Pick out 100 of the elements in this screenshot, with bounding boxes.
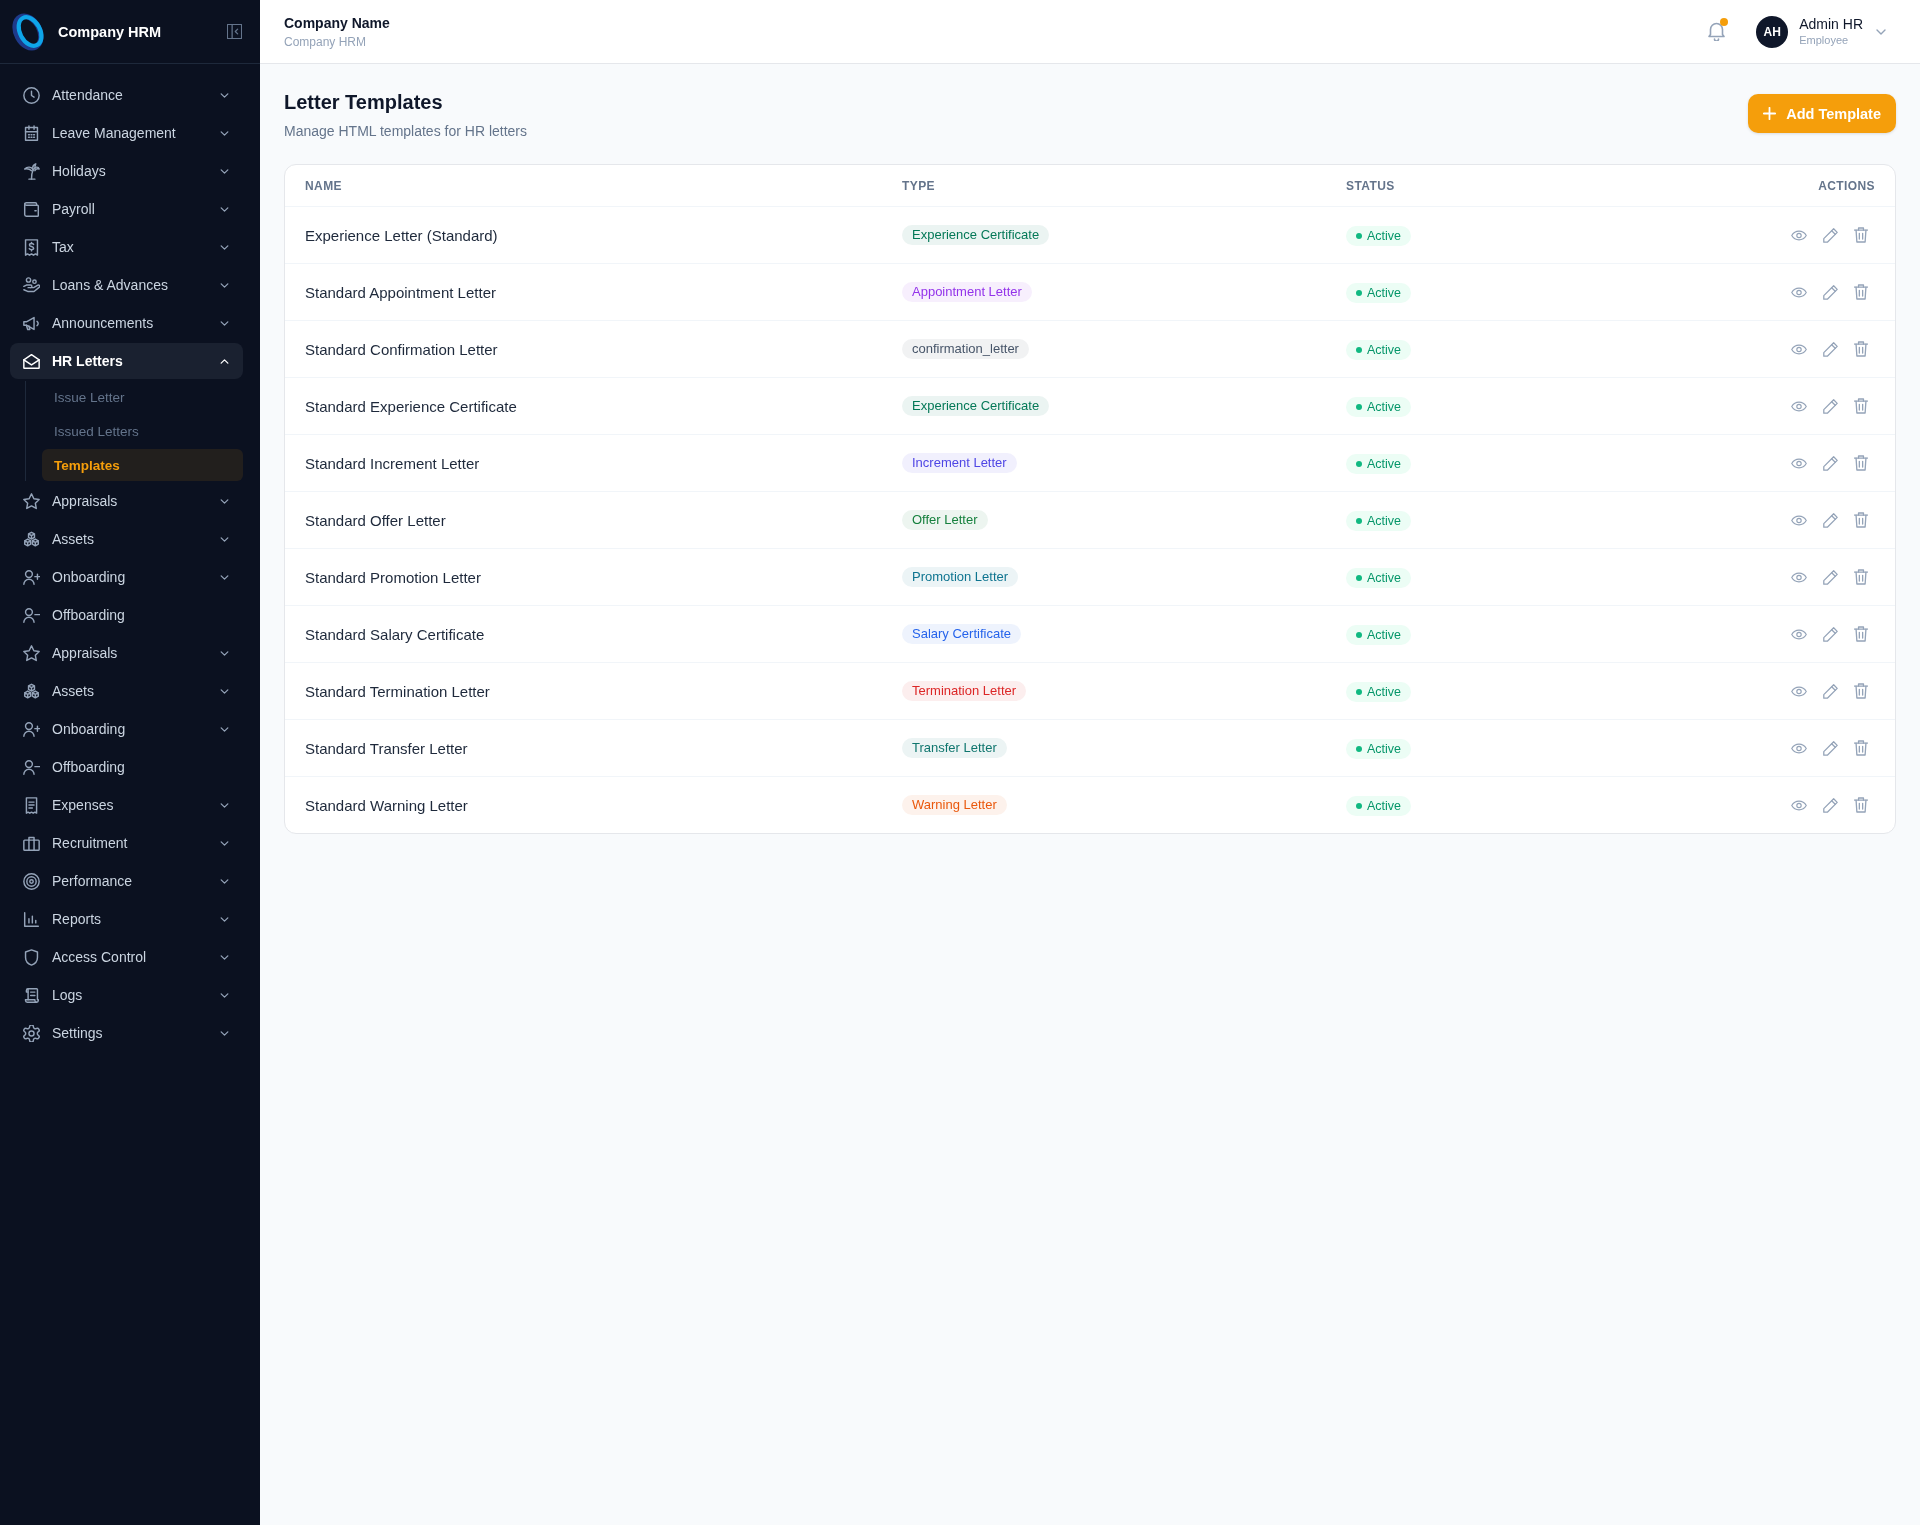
eye-icon[interactable] [1791, 799, 1807, 811]
nav-item[interactable]: Expenses [10, 787, 243, 823]
nav-item[interactable]: Tax [10, 229, 243, 265]
type-badge: Warning Letter [902, 795, 1007, 815]
trash-icon[interactable] [1854, 455, 1868, 471]
template-name: Standard Appointment Letter [305, 283, 496, 301]
trash-icon[interactable] [1854, 227, 1868, 243]
trash-icon[interactable] [1854, 512, 1868, 528]
nav-item[interactable]: Leave Management [10, 115, 243, 151]
hand-coins-icon [23, 276, 40, 294]
status-dot-icon [1356, 688, 1362, 695]
pencil-icon[interactable] [1823, 512, 1838, 528]
status-dot-icon [1356, 460, 1362, 467]
pencil-icon[interactable] [1823, 398, 1838, 414]
nav-item[interactable]: Holidays [10, 153, 243, 189]
status-dot-icon [1356, 517, 1362, 524]
nav-item[interactable]: Payroll [10, 191, 243, 227]
type-badge: Transfer Letter [902, 738, 1007, 758]
nav-subitem[interactable]: Issue Letter [42, 381, 243, 413]
chevron-down-icon[interactable] [1876, 28, 1886, 35]
status-dot-icon [1356, 802, 1362, 809]
status-dot-icon [1356, 574, 1362, 581]
nav-item[interactable]: Appraisals [10, 483, 243, 519]
type-badge: confirmation_letter [902, 339, 1029, 359]
template-name: Standard Confirmation Letter [305, 340, 498, 358]
type-badge: Appointment Letter [902, 282, 1032, 302]
trash-icon[interactable] [1854, 569, 1868, 585]
nav-item[interactable]: Assets [10, 673, 243, 709]
nav-item[interactable]: Onboarding [10, 559, 243, 595]
nav-item[interactable]: Loans & Advances [10, 267, 243, 303]
trash-icon[interactable] [1854, 626, 1868, 642]
bell-icon[interactable] [1708, 22, 1726, 41]
pencil-icon[interactable] [1823, 227, 1838, 243]
column-header: STATUS [1346, 178, 1395, 193]
type-badge: Experience Certificate [902, 396, 1050, 416]
status-dot-icon [1356, 232, 1362, 239]
pencil-icon[interactable] [1823, 626, 1838, 642]
bar-chart-icon [23, 910, 40, 928]
trash-icon[interactable] [1854, 284, 1868, 300]
status-text: Active [1367, 626, 1402, 643]
trash-icon[interactable] [1854, 683, 1868, 699]
column-header: ACTIONS [1818, 178, 1875, 193]
eye-icon[interactable] [1791, 400, 1807, 412]
nav-item[interactable]: Settings [10, 1015, 243, 1051]
nav-subitem[interactable]: Templates [42, 449, 243, 481]
status-dot-icon [1356, 631, 1362, 638]
user-avatar[interactable]: AH [1756, 15, 1789, 48]
pencil-icon[interactable] [1823, 797, 1838, 813]
nav-item[interactable]: Logs [10, 977, 243, 1013]
template-name: Standard Increment Letter [305, 454, 480, 472]
trash-icon[interactable] [1854, 398, 1868, 414]
status-text: Active [1367, 398, 1402, 415]
nav-item[interactable]: Offboarding [10, 597, 243, 633]
eye-icon[interactable] [1791, 457, 1807, 469]
brand-name: Company HRM [58, 23, 162, 40]
eye-icon[interactable] [1791, 742, 1807, 754]
sidebar-toggle-icon[interactable] [227, 24, 242, 39]
nav-item[interactable]: HR Letters [10, 343, 243, 379]
nav-item[interactable]: Reports [10, 901, 243, 937]
nav-item[interactable]: Appraisals [10, 635, 243, 671]
trash-icon[interactable] [1854, 341, 1868, 357]
type-badge: Offer Letter [902, 510, 988, 530]
dollar-receipt-icon [23, 238, 40, 256]
trash-icon[interactable] [1854, 797, 1868, 813]
company-subtitle: Company HRM [284, 34, 367, 50]
nav-item[interactable]: Assets [10, 521, 243, 557]
clock-icon [23, 86, 40, 104]
pencil-icon[interactable] [1823, 284, 1838, 300]
star-icon [23, 492, 40, 510]
eye-icon[interactable] [1791, 229, 1807, 241]
pencil-icon[interactable] [1823, 569, 1838, 585]
nav-item[interactable]: Access Control [10, 939, 243, 975]
pencil-icon[interactable] [1823, 455, 1838, 471]
status-dot-icon [1356, 745, 1362, 752]
envelope-open-icon [23, 352, 40, 370]
eye-icon[interactable] [1791, 685, 1807, 697]
pencil-icon[interactable] [1823, 740, 1838, 756]
page-title: Letter Templates [284, 90, 444, 115]
eye-icon[interactable] [1791, 343, 1807, 355]
eye-icon[interactable] [1791, 628, 1807, 640]
status-text: Active [1367, 455, 1402, 472]
pencil-icon[interactable] [1823, 683, 1838, 699]
template-name: Standard Warning Letter [305, 796, 468, 814]
nav-item[interactable]: Attendance [10, 77, 243, 113]
nav-item[interactable]: Announcements [10, 305, 243, 341]
eye-icon[interactable] [1791, 514, 1807, 526]
palm-tree-icon [23, 162, 40, 180]
nav-item[interactable]: Onboarding [10, 711, 243, 747]
eye-icon[interactable] [1791, 286, 1807, 298]
nav-item[interactable]: Offboarding [10, 749, 243, 785]
trash-icon[interactable] [1854, 740, 1868, 756]
eye-icon[interactable] [1791, 571, 1807, 583]
nav-item[interactable]: Performance [10, 863, 243, 899]
cubes-icon [23, 682, 40, 700]
user-name: Admin HR [1799, 16, 1863, 33]
nav-subitem[interactable]: Issued Letters [42, 415, 243, 447]
nav-item[interactable]: Recruitment [10, 825, 243, 861]
pencil-icon[interactable] [1823, 341, 1838, 357]
template-name: Standard Promotion Letter [305, 568, 481, 586]
user-minus-icon [23, 606, 40, 624]
